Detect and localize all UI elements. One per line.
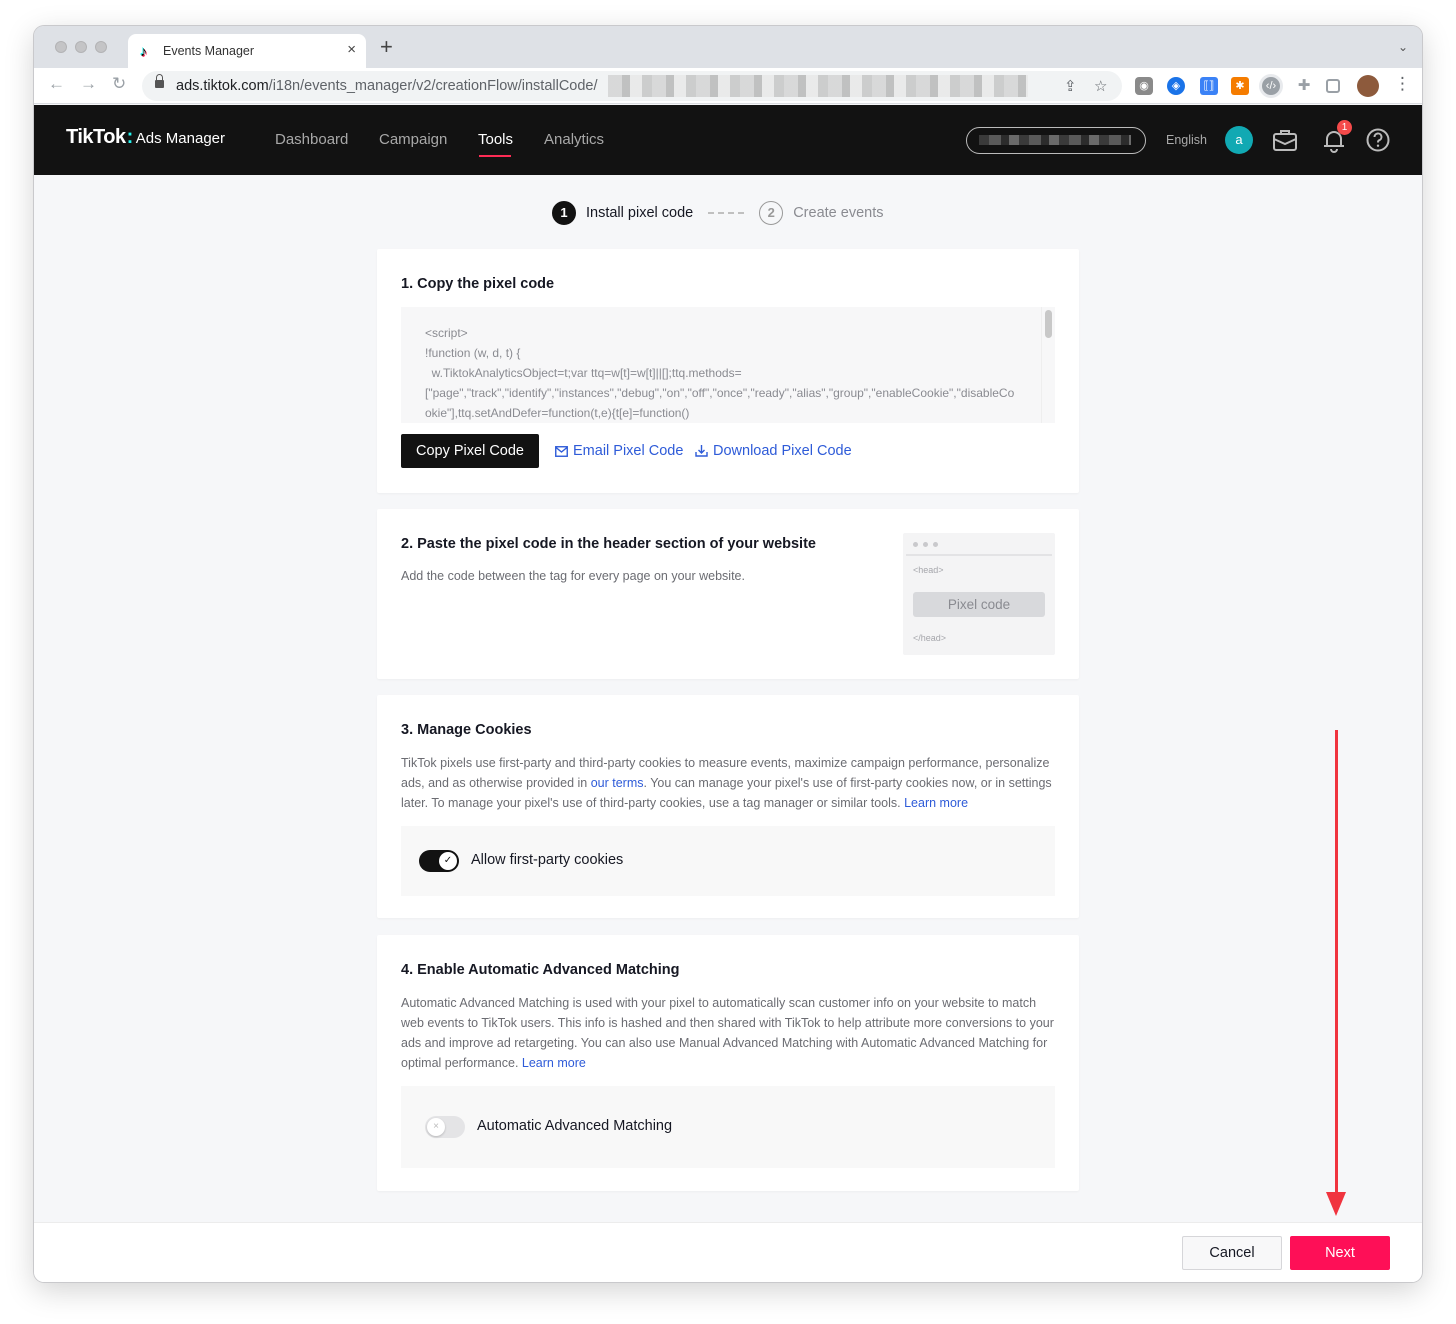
step-connector (708, 212, 745, 214)
annotation-arrow-head (1326, 1192, 1346, 1216)
close-tab-icon[interactable]: × (347, 41, 356, 58)
advanced-matching-panel: × Automatic Advanced Matching (401, 1086, 1055, 1168)
active-nav-indicator (479, 155, 511, 157)
tiktok-ads-manager-logo[interactable]: TikTok: Ads Manager (66, 126, 225, 149)
tab-search-chevron-icon[interactable]: ⌄ (1398, 40, 1408, 54)
browser-toolbar: ← → ↻ ads.tiktok.com/i18n/events_manager… (34, 68, 1422, 104)
manage-cookies-card: 3. Manage Cookies TikTok pixels use firs… (377, 695, 1079, 918)
download-pixel-code-label: Download Pixel Code (713, 443, 852, 459)
matching-learn-more-link[interactable]: Learn more (522, 1056, 586, 1070)
account-selector[interactable] (966, 127, 1146, 154)
section-2-description: Add the code between the tag for every p… (401, 569, 745, 583)
user-avatar[interactable]: a (1225, 126, 1253, 154)
nav-tools[interactable]: Tools (478, 131, 513, 148)
browser-menu-icon[interactable]: ⋮ (1394, 74, 1411, 94)
step-2-label: Create events (793, 205, 884, 221)
briefcase-icon[interactable] (1272, 127, 1298, 153)
advanced-matching-label: Automatic Advanced Matching (477, 1118, 673, 1134)
side-panel-icon[interactable] (1326, 79, 1340, 93)
pixel-code-text: <script> !function (w, d, t) { w.TiktokA… (425, 326, 1015, 420)
download-pixel-code-link[interactable]: Download Pixel Code (695, 443, 852, 459)
back-button[interactable]: ← (48, 74, 65, 94)
first-party-cookies-toggle[interactable]: ✓ (419, 850, 459, 872)
section-4-title: 4. Enable Automatic Advanced Matching (401, 962, 680, 978)
cancel-button[interactable]: Cancel (1182, 1236, 1282, 1270)
email-pixel-code-link[interactable]: Email Pixel Code (555, 443, 683, 459)
section-2-title: 2. Paste the pixel code in the header se… (401, 536, 816, 552)
section-3-description: TikTok pixels use first-party and third-… (401, 756, 1052, 810)
stepper: 1 Install pixel code 2 Create events (552, 200, 883, 226)
section-4-description: Automatic Advanced Matching is used with… (401, 996, 1054, 1070)
footer-bar: Cancel Next (34, 1222, 1422, 1282)
reload-button[interactable]: ↻ (112, 74, 126, 94)
mock-pixel-code-block: Pixel code (913, 592, 1045, 617)
first-party-cookies-panel: ✓ Allow first-party cookies (401, 826, 1055, 896)
tab-title: Events Manager (163, 44, 255, 58)
redacted-url-segment (608, 75, 1028, 97)
tag-extension-icon[interactable]: ◈ (1167, 77, 1185, 95)
pixel-code-box[interactable]: <script> !function (w, d, t) { w.TiktokA… (401, 307, 1055, 423)
extensions-puzzle-icon[interactable]: ✚ (1295, 77, 1313, 95)
our-terms-link[interactable]: our terms (591, 776, 644, 790)
help-question-icon[interactable] (1365, 127, 1391, 153)
window-maximize-button[interactable] (95, 41, 107, 53)
x-icon: × (427, 1118, 445, 1136)
copy-pixel-code-card: 1. Copy the pixel code <script> !functio… (377, 249, 1079, 493)
tiktok-favicon-icon: ♪ (140, 43, 147, 59)
window-minimize-button[interactable] (75, 41, 87, 53)
browser-window: ♪ Events Manager × + ⌄ ← → ↻ ads.tiktok.… (34, 26, 1422, 1282)
nav-dashboard[interactable]: Dashboard (275, 131, 348, 148)
nav-campaign[interactable]: Campaign (379, 131, 447, 148)
language-selector[interactable]: English (1166, 133, 1207, 147)
window-close-button[interactable] (55, 41, 67, 53)
email-icon (555, 445, 568, 457)
address-bar[interactable]: ads.tiktok.com/i18n/events_manager/v2/cr… (142, 71, 1122, 101)
share-icon[interactable]: ⇪ (1064, 77, 1077, 95)
download-icon (695, 445, 708, 457)
next-button[interactable]: Next (1290, 1236, 1390, 1270)
step-2-number: 2 (759, 201, 784, 225)
forward-button[interactable]: → (80, 74, 97, 94)
advanced-matching-card: 4. Enable Automatic Advanced Matching Au… (377, 935, 1079, 1191)
first-party-cookies-label: Allow first-party cookies (471, 852, 624, 868)
camera-extension-icon[interactable]: ◉ (1135, 77, 1153, 95)
lock-icon (155, 74, 164, 89)
step-1-number: 1 (552, 201, 576, 225)
annotation-arrow-shaft (1335, 730, 1338, 1200)
url-text: ads.tiktok.com/i18n/events_manager/v2/cr… (176, 78, 598, 94)
nav-analytics[interactable]: Analytics (544, 131, 604, 148)
mock-divider (906, 554, 1052, 556)
notification-badge: 1 (1337, 120, 1352, 135)
cookies-learn-more-link[interactable]: Learn more (904, 796, 968, 810)
code-extension-icon[interactable]: ⟦⟧ (1200, 77, 1218, 95)
app-header: TikTok: Ads Manager Dashboard Campaign To… (34, 105, 1422, 175)
mock-window-dots (913, 542, 938, 547)
mock-head-open: <head> (913, 565, 944, 575)
new-tab-button[interactable]: + (380, 36, 393, 58)
redacted-account-name (979, 135, 1131, 145)
section-1-title: 1. Copy the pixel code (401, 276, 555, 292)
tab-strip: ♪ Events Manager × + ⌄ (34, 26, 1422, 68)
bookmark-star-icon[interactable]: ☆ (1094, 77, 1107, 95)
head-tag-illustration: <head> Pixel code </head> (903, 533, 1055, 655)
advanced-matching-toggle[interactable]: × (425, 1116, 465, 1138)
browser-tab[interactable]: ♪ Events Manager × (128, 34, 366, 68)
hubspot-extension-icon[interactable]: ✱ (1231, 77, 1249, 95)
email-pixel-code-label: Email Pixel Code (573, 443, 684, 459)
step-1-label: Install pixel code (586, 205, 694, 221)
html-tag-extension-icon[interactable]: ‹/› (1262, 77, 1280, 95)
copy-pixel-code-button[interactable]: Copy Pixel Code (401, 434, 539, 468)
check-icon: ✓ (439, 852, 457, 870)
profile-avatar[interactable] (1357, 75, 1379, 97)
paste-pixel-code-card: 2. Paste the pixel code in the header se… (377, 509, 1079, 679)
code-scrollbar[interactable] (1045, 310, 1052, 338)
section-3-title: 3. Manage Cookies (401, 722, 532, 738)
mock-head-close: </head> (913, 633, 947, 643)
